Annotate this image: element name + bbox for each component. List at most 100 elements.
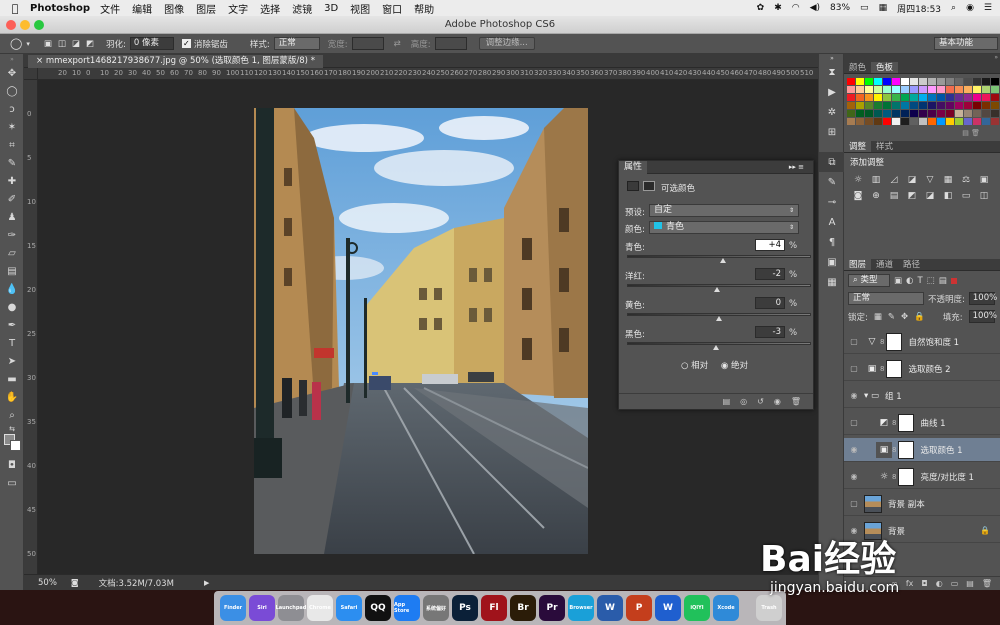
- layer-row[interactable]: ▢ 背景 副本: [844, 492, 1000, 516]
- status-menu-arrow-icon[interactable]: ▶: [204, 579, 209, 587]
- swatch[interactable]: [892, 94, 900, 101]
- swatch[interactable]: [991, 78, 999, 85]
- swatch[interactable]: [856, 86, 864, 93]
- swatch[interactable]: [910, 102, 918, 109]
- filter-smart-icon[interactable]: ▤: [939, 276, 947, 286]
- swatch[interactable]: [946, 110, 954, 117]
- dock-app-icon[interactable]: Browser: [568, 595, 594, 621]
- swatch[interactable]: [955, 86, 963, 93]
- tab-adjustments[interactable]: 调整: [844, 141, 872, 152]
- new-swatch-icon[interactable]: ▤: [962, 129, 969, 137]
- menu-layer[interactable]: 图层: [196, 1, 216, 16]
- layer-visibility-icon[interactable]: ◉: [844, 391, 864, 400]
- menu-filter[interactable]: 滤镜: [292, 1, 312, 16]
- swatch[interactable]: [973, 110, 981, 117]
- swatch[interactable]: [874, 102, 882, 109]
- slider-value-input[interactable]: +4: [755, 239, 785, 251]
- dock-app-icon[interactable]: Xcode: [713, 595, 739, 621]
- slider-thumb[interactable]: [716, 316, 722, 321]
- swatch[interactable]: [865, 94, 873, 101]
- siri-icon[interactable]: ◉: [966, 3, 974, 13]
- swatch[interactable]: [937, 102, 945, 109]
- curves-icon[interactable]: ◿: [886, 173, 902, 187]
- actions-icon[interactable]: ▶: [819, 82, 845, 102]
- preset-dropdown[interactable]: 自定 ⇕: [649, 204, 799, 217]
- swatch[interactable]: [874, 118, 882, 125]
- swatch[interactable]: [955, 118, 963, 125]
- swatch[interactable]: [865, 110, 873, 117]
- pen-tool-icon[interactable]: ✒: [0, 316, 24, 334]
- crop-tool-icon[interactable]: ⌗: [0, 136, 24, 154]
- swatch[interactable]: [901, 94, 909, 101]
- gradient-map-icon[interactable]: ▭: [958, 189, 974, 203]
- hand-tool-icon[interactable]: ✋: [0, 388, 24, 406]
- menu-type[interactable]: 文字: [228, 1, 248, 16]
- swatch[interactable]: [973, 102, 981, 109]
- default-colors-icon[interactable]: ⇆: [0, 424, 24, 434]
- type-tool-icon[interactable]: T: [0, 334, 24, 352]
- swatch[interactable]: [865, 118, 873, 125]
- reset-icon[interactable]: ↺: [757, 397, 764, 406]
- layer-row[interactable]: ◉ ▾ ▭ 组 1: [844, 384, 1000, 408]
- fx-icon[interactable]: fx: [906, 579, 914, 588]
- brush-tool-icon[interactable]: ✐: [0, 190, 24, 208]
- swatch[interactable]: [847, 110, 855, 117]
- swatch[interactable]: [991, 110, 999, 117]
- swatch[interactable]: [937, 86, 945, 93]
- swatch[interactable]: [856, 118, 864, 125]
- character-icon[interactable]: A: [819, 212, 845, 232]
- dock-app-icon[interactable]: Safari: [336, 595, 362, 621]
- dock-app-icon[interactable]: Br: [510, 595, 536, 621]
- background-color-swatch[interactable]: [10, 440, 21, 451]
- dock-app-icon[interactable]: App Store: [394, 595, 420, 621]
- slider-value-input[interactable]: -2: [755, 268, 785, 280]
- close-window-button[interactable]: [6, 20, 16, 30]
- swatch[interactable]: [955, 102, 963, 109]
- menu-view[interactable]: 视图: [350, 1, 370, 16]
- relative-radio[interactable]: ○: [681, 361, 691, 371]
- dock-app-icon[interactable]: Trash: [756, 595, 782, 621]
- notes-icon[interactable]: ▦: [819, 272, 845, 292]
- layer-link-icon[interactable]: 8: [892, 446, 896, 454]
- subtract-selection-icon[interactable]: ◪: [72, 39, 80, 49]
- width-input[interactable]: [351, 37, 384, 50]
- layer-visibility-icon[interactable]: ◉: [844, 472, 864, 481]
- layer-link-icon[interactable]: 8: [892, 419, 896, 427]
- notification-icon[interactable]: ☰: [984, 3, 992, 13]
- swatch[interactable]: [910, 118, 918, 125]
- swatch[interactable]: [883, 78, 891, 85]
- app-menu[interactable]: Photoshop: [30, 3, 90, 14]
- swatch[interactable]: [847, 78, 855, 85]
- blur-tool-icon[interactable]: 💧: [0, 280, 24, 298]
- swatch[interactable]: [937, 118, 945, 125]
- brightness-icon[interactable]: ☼: [850, 173, 866, 187]
- antialias-checkbox[interactable]: ✓: [181, 39, 191, 48]
- delete-layer-icon[interactable]: 🗑: [982, 579, 992, 588]
- swatch[interactable]: [847, 118, 855, 125]
- absolute-radio[interactable]: ◉: [721, 361, 731, 371]
- swatch[interactable]: [928, 110, 936, 117]
- posterize-icon[interactable]: ◪: [922, 189, 938, 203]
- brush-presets-icon[interactable]: ✲: [819, 102, 845, 122]
- vibrance-icon[interactable]: ▽: [922, 173, 938, 187]
- gradient-tool-icon[interactable]: ▤: [0, 262, 24, 280]
- vertical-ruler[interactable]: 0 5 10 15 20 25 30 35 40 45 50: [24, 80, 38, 574]
- dock-app-icon[interactable]: P: [626, 595, 652, 621]
- filter-adjust-icon[interactable]: ◐: [906, 276, 913, 286]
- healing-brush-tool-icon[interactable]: ✚: [0, 172, 24, 190]
- swatch[interactable]: [892, 102, 900, 109]
- swatch[interactable]: [991, 94, 999, 101]
- tool-preset-chevron-icon[interactable]: ▾: [26, 40, 30, 48]
- exposure-icon[interactable]: ◪: [904, 173, 920, 187]
- eyedropper-tool-icon[interactable]: ✎: [0, 154, 24, 172]
- swatch[interactable]: [919, 94, 927, 101]
- battery-text[interactable]: 83%: [830, 3, 850, 13]
- swatch[interactable]: [964, 94, 972, 101]
- swatch[interactable]: [847, 86, 855, 93]
- color-dropdown[interactable]: 青色 ⇕: [649, 221, 799, 234]
- blend-mode-dropdown[interactable]: 正常: [848, 292, 924, 305]
- swatch[interactable]: [973, 78, 981, 85]
- swatch[interactable]: [910, 86, 918, 93]
- history-brush-tool-icon[interactable]: ✑: [0, 226, 24, 244]
- style-dropdown[interactable]: 正常: [273, 37, 320, 50]
